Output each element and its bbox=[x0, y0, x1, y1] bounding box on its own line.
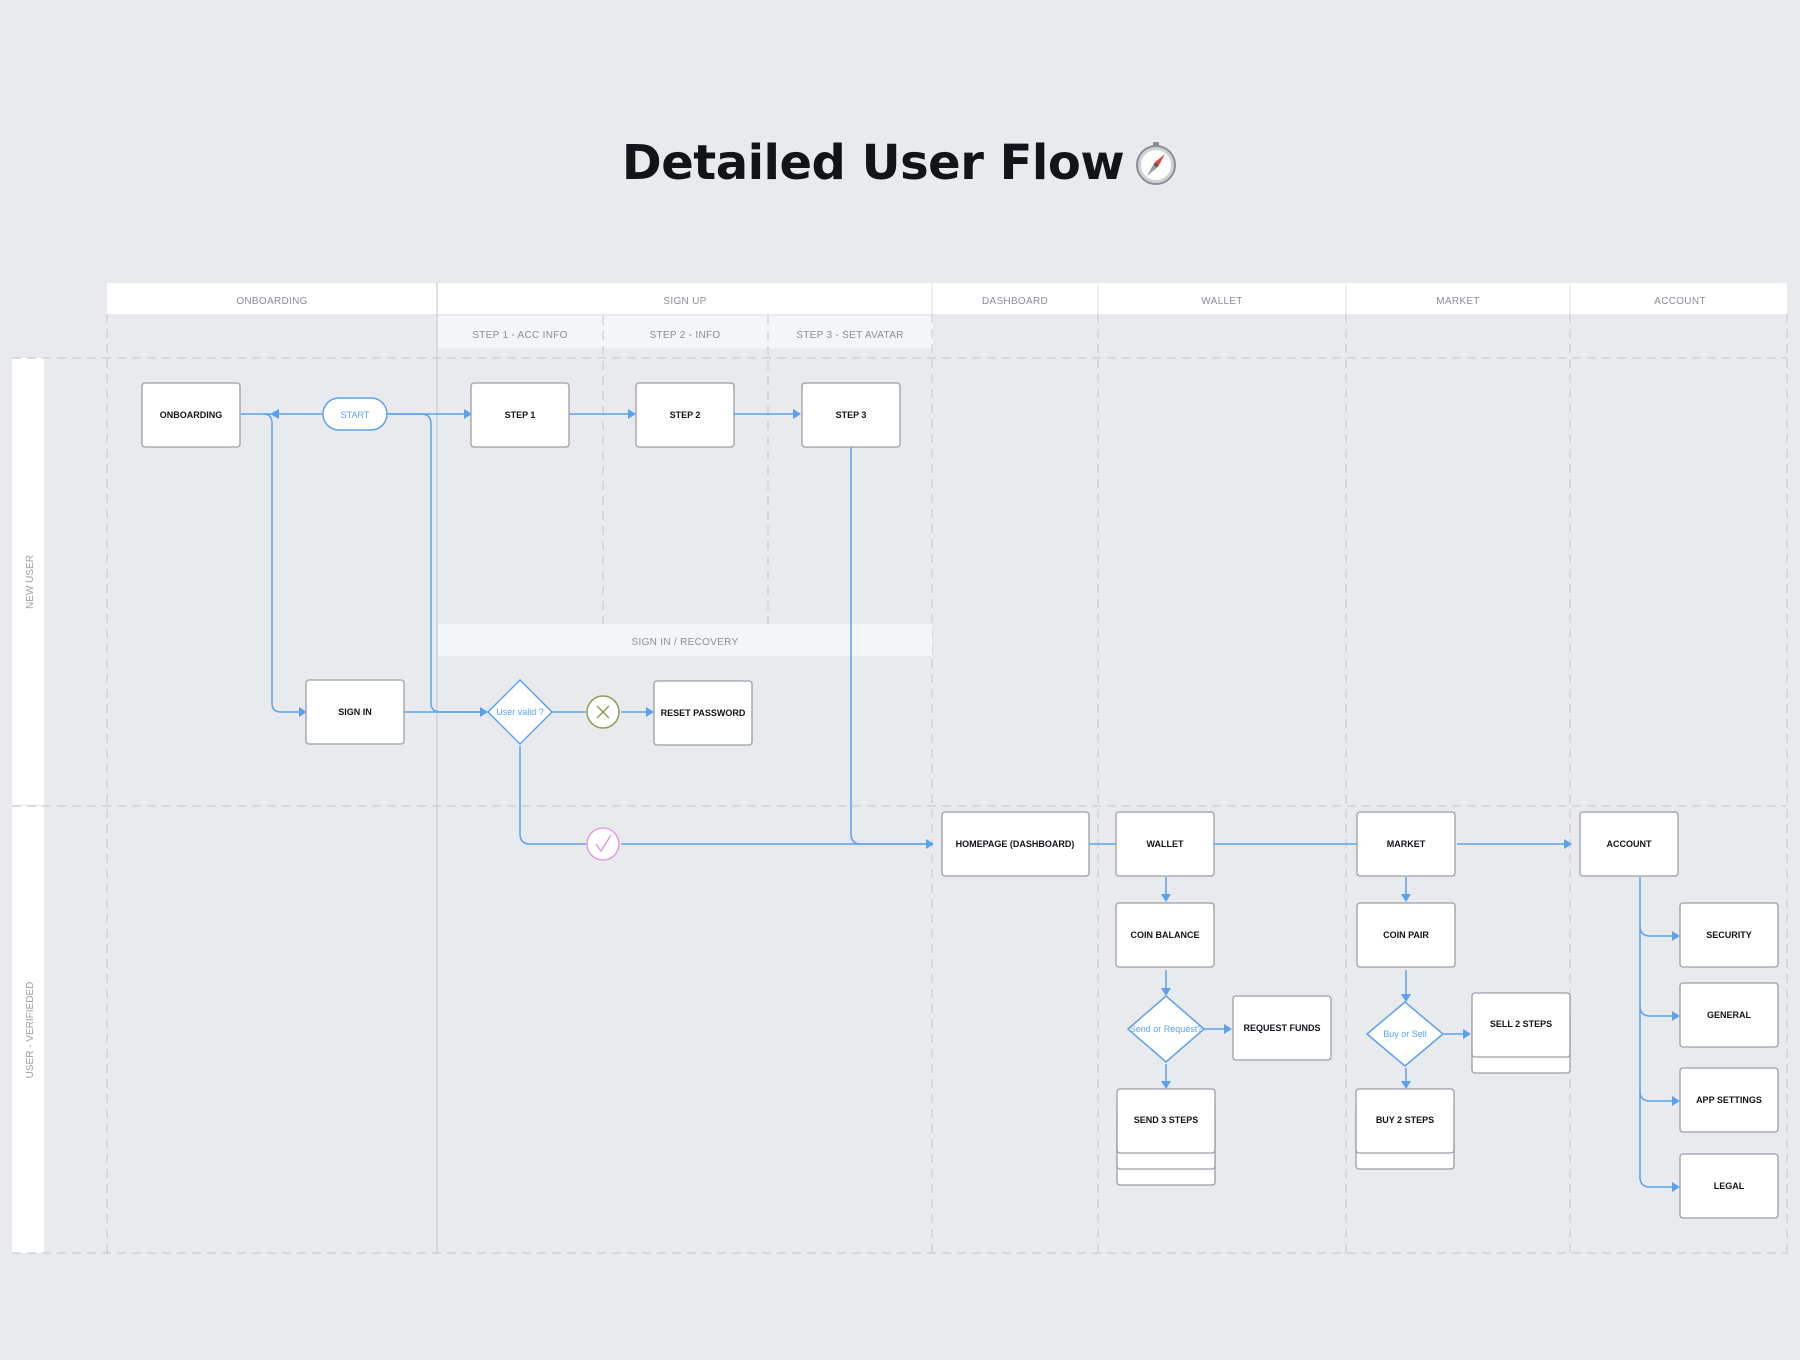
market-label: MARKET bbox=[1387, 839, 1426, 849]
request-funds-node[interactable]: REQUEST FUNDS bbox=[1232, 995, 1332, 1061]
wallet-label: WALLET bbox=[1147, 839, 1184, 849]
step3-node[interactable]: STEP 3 bbox=[801, 382, 901, 448]
wallet-node[interactable]: WALLET bbox=[1115, 811, 1215, 877]
column-onboarding: ONBOARDING bbox=[236, 296, 307, 307]
user-valid-decision[interactable]: User valid ? bbox=[486, 678, 554, 746]
column-wallet: WALLET bbox=[1201, 296, 1242, 307]
coin-pair-node[interactable]: COIN PAIR bbox=[1356, 902, 1456, 968]
homepage-node[interactable]: HOMEPAGE (DASHBOARD) bbox=[941, 811, 1090, 877]
user-flow-diagram: ONBOARDING SIGN UP DASHBOARD WALLET MARK… bbox=[12, 283, 1788, 1254]
reject-icon bbox=[586, 695, 620, 729]
buy-steps-label: BUY 2 STEPS bbox=[1376, 1115, 1434, 1125]
start-label: START bbox=[341, 410, 370, 420]
account-label: ACCOUNT bbox=[1607, 839, 1652, 849]
coin-balance-node[interactable]: COIN BALANCE bbox=[1115, 902, 1215, 968]
legal-node[interactable]: LEGAL bbox=[1679, 1153, 1779, 1219]
subcolumn-step1: STEP 1 - ACC INFO bbox=[472, 330, 568, 341]
onboarding-node[interactable]: ONBOARDING bbox=[141, 382, 241, 448]
step1-node[interactable]: STEP 1 bbox=[470, 382, 570, 448]
step2-node[interactable]: STEP 2 bbox=[635, 382, 735, 448]
coin-balance-label: COIN BALANCE bbox=[1131, 930, 1200, 940]
sign-in-node[interactable]: SIGN IN bbox=[305, 679, 405, 745]
onboarding-label: ONBOARDING bbox=[160, 410, 223, 420]
send-steps-node[interactable]: SEND 3 STEPS bbox=[1116, 1088, 1216, 1186]
subsection-sign-in-recovery: SIGN IN / RECOVERY bbox=[632, 637, 739, 648]
buy-or-sell-decision[interactable]: Buy or Sell bbox=[1365, 1001, 1445, 1067]
step3-label: STEP 3 bbox=[836, 410, 867, 420]
step2-label: STEP 2 bbox=[670, 410, 701, 420]
accept-check-icon bbox=[586, 827, 620, 861]
reset-password-node[interactable]: RESET PASSWORD bbox=[653, 680, 753, 746]
subcolumn-step3: STEP 3 - SET AVATAR bbox=[796, 330, 903, 341]
column-market: MARKET bbox=[1436, 296, 1479, 307]
lane-new-user: NEW USER bbox=[25, 555, 36, 609]
flow-connectors bbox=[241, 409, 1680, 1192]
app-settings-node[interactable]: APP SETTINGS bbox=[1679, 1067, 1779, 1133]
security-label: SECURITY bbox=[1706, 930, 1752, 940]
reset-password-label: RESET PASSWORD bbox=[661, 708, 746, 718]
column-dashboard: DASHBOARD bbox=[982, 296, 1048, 307]
sell-steps-label: SELL 2 STEPS bbox=[1490, 1019, 1552, 1029]
legal-label: LEGAL bbox=[1714, 1181, 1745, 1191]
account-node[interactable]: ACCOUNT bbox=[1579, 811, 1679, 877]
request-funds-label: REQUEST FUNDS bbox=[1243, 1023, 1320, 1033]
app-settings-label: APP SETTINGS bbox=[1696, 1095, 1762, 1105]
coin-pair-label: COIN PAIR bbox=[1383, 930, 1429, 940]
sign-in-label: SIGN IN bbox=[338, 707, 372, 717]
start-node[interactable]: START bbox=[322, 397, 388, 431]
sell-steps-node[interactable]: SELL 2 STEPS bbox=[1471, 992, 1571, 1074]
market-node[interactable]: MARKET bbox=[1356, 811, 1456, 877]
column-account: ACCOUNT bbox=[1654, 296, 1706, 307]
lane-user-verified: USER - VERIFIEDED bbox=[25, 982, 36, 1079]
general-node[interactable]: GENERAL bbox=[1679, 982, 1779, 1048]
homepage-label: HOMEPAGE (DASHBOARD) bbox=[956, 839, 1075, 849]
send-steps-label: SEND 3 STEPS bbox=[1134, 1115, 1199, 1125]
subcolumn-step2: STEP 2 - INFO bbox=[650, 330, 721, 341]
column-sign-up: SIGN UP bbox=[663, 296, 706, 307]
buy-steps-node[interactable]: BUY 2 STEPS bbox=[1355, 1088, 1455, 1170]
general-label: GENERAL bbox=[1707, 1010, 1752, 1020]
step1-label: STEP 1 bbox=[505, 410, 536, 420]
send-or-request-decision[interactable]: Send or Request? bbox=[1126, 995, 1206, 1063]
security-node[interactable]: SECURITY bbox=[1679, 902, 1779, 968]
column-header-bar bbox=[107, 283, 1787, 314]
user-valid-label: User valid ? bbox=[496, 707, 544, 717]
send-or-request-label: Send or Request? bbox=[1130, 1024, 1203, 1034]
buy-or-sell-label: Buy or Sell bbox=[1383, 1029, 1427, 1039]
